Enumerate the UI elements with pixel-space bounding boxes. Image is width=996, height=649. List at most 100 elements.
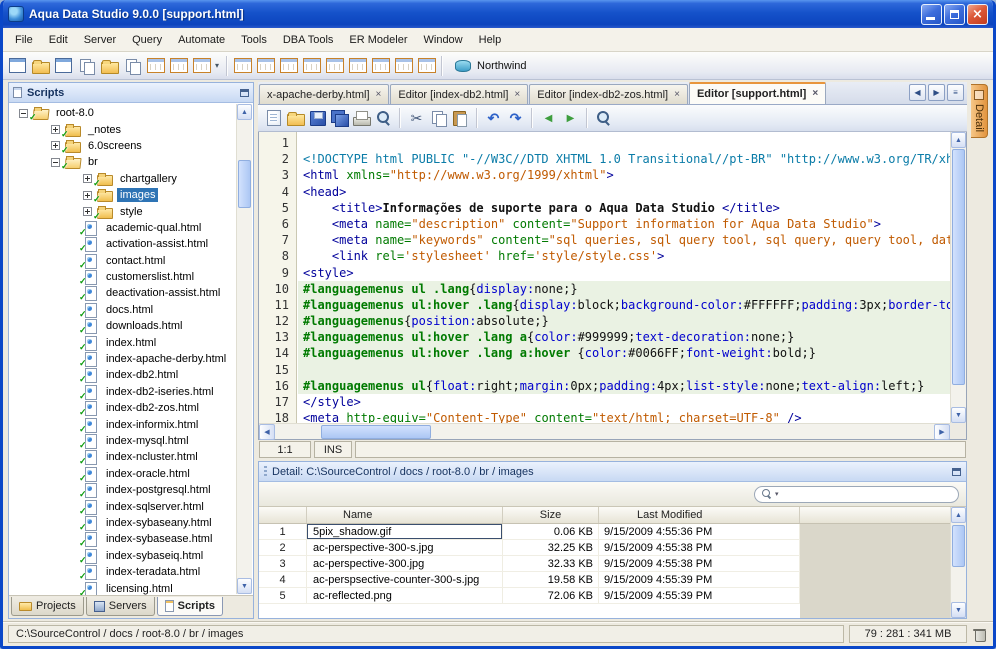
open-folder-icon[interactable] xyxy=(30,56,51,76)
menu-dba-tools[interactable]: DBA Tools xyxy=(275,30,342,50)
column-header-last-modified[interactable]: Last Modified xyxy=(599,507,800,523)
tree-item-index-db2-html[interactable]: ✓index-db2.html xyxy=(9,367,235,383)
tree-item-index-informix-html[interactable]: ✓index-informix.html xyxy=(9,416,235,432)
float-panel-icon[interactable] xyxy=(240,89,249,97)
tree-item-root-8-0[interactable]: ✓root-8.0 xyxy=(9,105,235,121)
close-button[interactable]: × xyxy=(967,4,988,25)
collapse-icon[interactable] xyxy=(51,158,60,167)
expand-icon[interactable] xyxy=(83,207,92,216)
menu-window[interactable]: Window xyxy=(416,30,471,50)
close-tab-icon[interactable]: × xyxy=(376,90,382,100)
column-header-name[interactable]: Name xyxy=(307,507,503,523)
table-key-icon[interactable] xyxy=(191,56,212,76)
editor-tab-editor-support-html[interactable]: Editor [support.html]× xyxy=(689,82,826,104)
scroll-down-icon[interactable]: ▼ xyxy=(951,602,966,618)
panel-tab-projects[interactable]: Projects xyxy=(11,597,84,616)
tree-item-index-db2-iseries-html[interactable]: ✓index-db2-iseries.html xyxy=(9,384,235,400)
copy-icon[interactable] xyxy=(428,108,449,128)
menu-query[interactable]: Query xyxy=(124,30,170,50)
search-icon[interactable] xyxy=(593,108,614,128)
document-stack-icon[interactable] xyxy=(122,56,143,76)
copy-window-icon[interactable] xyxy=(76,56,97,76)
next-tab-icon[interactable]: ▶ xyxy=(928,84,945,101)
tree-item-index-sybaseiq-html[interactable]: ✓index-sybaseiq.html xyxy=(9,548,235,564)
open-file-icon[interactable] xyxy=(285,108,306,128)
editor-tab-editor-index-db2-zos-html[interactable]: Editor [index-db2-zos.html]× xyxy=(529,84,688,104)
table-row[interactable]: 4ac-perspsective-counter-300-s.jpg19.58 … xyxy=(259,572,800,588)
tree-item-index-html[interactable]: ✓index.html xyxy=(9,334,235,350)
table-grid-7-icon[interactable] xyxy=(370,56,391,76)
tree-item-docs-html[interactable]: ✓docs.html xyxy=(9,302,235,318)
scroll-left-icon[interactable]: ◀ xyxy=(259,424,275,440)
editor-vertical-scrollbar[interactable]: ▲ ▼ xyxy=(950,132,966,423)
search-input[interactable] xyxy=(782,488,951,500)
menu-er-modeler[interactable]: ER Modeler xyxy=(341,30,415,50)
panel-tab-servers[interactable]: Servers xyxy=(86,597,155,616)
tree-scrollbar[interactable]: ▲ ▼ xyxy=(236,104,252,594)
tab-list-icon[interactable]: ≡ xyxy=(947,84,964,101)
table-row[interactable]: 5ac-reflected.png72.06 KB9/15/2009 4:55:… xyxy=(259,588,800,604)
scroll-down-icon[interactable]: ▼ xyxy=(951,407,966,423)
table-grid-2-icon[interactable] xyxy=(255,56,276,76)
table-grid-5-icon[interactable] xyxy=(324,56,345,76)
tree-item-academic-qual-html[interactable]: ✓academic-qual.html xyxy=(9,220,235,236)
close-tab-icon[interactable]: × xyxy=(514,90,520,100)
scroll-right-icon[interactable]: ▶ xyxy=(934,424,950,440)
cut-icon[interactable] xyxy=(406,108,427,128)
table-grid-4-icon[interactable] xyxy=(301,56,322,76)
menu-automate[interactable]: Automate xyxy=(170,30,233,50)
tree-item-activation-assist-html[interactable]: ✓activation-assist.html xyxy=(9,236,235,252)
tree-item-images[interactable]: ✓images xyxy=(9,187,235,203)
table-grid-9-icon[interactable] xyxy=(416,56,437,76)
table-grid-8-icon[interactable] xyxy=(393,56,414,76)
connection-selector[interactable]: Northwind xyxy=(447,55,532,77)
panel-tab-scripts[interactable]: Scripts xyxy=(157,597,223,616)
tree-item-index-postgresql-html[interactable]: ✓index-postgresql.html xyxy=(9,482,235,498)
print-icon[interactable] xyxy=(351,108,372,128)
close-tab-icon[interactable]: × xyxy=(812,89,818,99)
find-previous-icon[interactable] xyxy=(538,108,559,128)
new-file-icon[interactable] xyxy=(263,108,284,128)
table-row[interactable]: 2ac-perspective-300-s.jpg32.25 KB9/15/20… xyxy=(259,540,800,556)
tree-item-chartgallery[interactable]: ✓chartgallery xyxy=(9,171,235,187)
tree-item-contact-html[interactable]: ✓contact.html xyxy=(9,253,235,269)
tree-item-notes[interactable]: ✓_notes xyxy=(9,121,235,137)
table-scrollbar[interactable]: ▲ ▼ xyxy=(950,507,966,618)
scrollbar-thumb[interactable] xyxy=(321,425,431,439)
tree-item-licensing-html[interactable]: ✓licensing.html xyxy=(9,580,235,595)
tree-item-index-sybasease-html[interactable]: ✓index-sybasease.html xyxy=(9,531,235,547)
tree-item-index-apache-derby-html[interactable]: ✓index-apache-derby.html xyxy=(9,351,235,367)
column-header-size[interactable]: Size xyxy=(503,507,599,523)
memory-indicator[interactable]: 79 : 281 : 341 MB xyxy=(849,625,967,643)
table-grid-3-icon[interactable] xyxy=(278,56,299,76)
editor-horizontal-scrollbar[interactable]: ◀ ▶ xyxy=(259,423,950,439)
tree-item-index-mysql-html[interactable]: ✓index-mysql.html xyxy=(9,433,235,449)
previous-tab-icon[interactable]: ◀ xyxy=(909,84,926,101)
table-grid-1-icon[interactable] xyxy=(232,56,253,76)
scroll-up-icon[interactable]: ▲ xyxy=(951,132,966,148)
menu-tools[interactable]: Tools xyxy=(233,30,275,50)
table-grid-6-icon[interactable] xyxy=(347,56,368,76)
editor-tab-editor-index-db2-html[interactable]: Editor [index-db2.html]× xyxy=(390,84,528,104)
tree-item-index-db2-zos-html[interactable]: ✓index-db2-zos.html xyxy=(9,400,235,416)
tree-item-br[interactable]: ✓br xyxy=(9,154,235,170)
table-edit-icon[interactable] xyxy=(168,56,189,76)
expand-icon[interactable] xyxy=(51,125,60,134)
table-row[interactable]: 3ac-perspective-300.jpg32.33 KB9/15/2009… xyxy=(259,556,800,572)
garbage-collect-icon[interactable] xyxy=(972,626,988,643)
tree-item-index-sqlserver-html[interactable]: ✓index-sqlserver.html xyxy=(9,498,235,514)
collapse-icon[interactable] xyxy=(19,109,28,118)
folder-pair-icon[interactable] xyxy=(99,56,120,76)
scroll-up-icon[interactable]: ▲ xyxy=(951,507,966,523)
code-lines[interactable]: <!DOCTYPE html PUBLIC "-//W3C//DTD XHTML… xyxy=(298,132,950,423)
app-window-icon[interactable] xyxy=(7,56,28,76)
scroll-up-icon[interactable]: ▲ xyxy=(237,104,252,120)
tree-item-index-oracle-html[interactable]: ✓index-oracle.html xyxy=(9,466,235,482)
search-options-icon[interactable]: ▾ xyxy=(775,490,779,498)
scrollbar-thumb[interactable] xyxy=(952,525,965,567)
menu-file[interactable]: File xyxy=(7,30,41,50)
save-icon[interactable] xyxy=(307,108,328,128)
expand-icon[interactable] xyxy=(51,141,60,150)
scrollbar-thumb[interactable] xyxy=(952,149,965,385)
menu-help[interactable]: Help xyxy=(471,30,510,50)
